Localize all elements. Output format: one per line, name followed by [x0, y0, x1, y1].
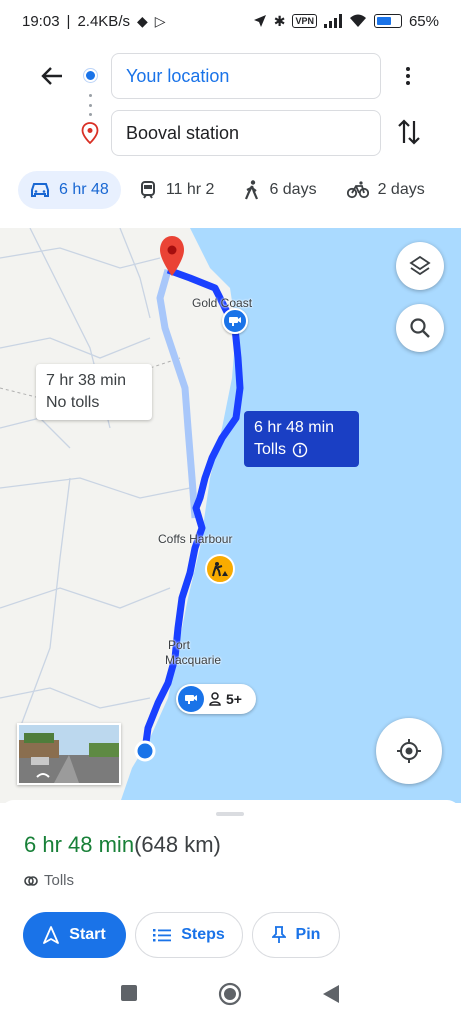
bluetooth-icon: ✱ — [273, 12, 286, 29]
play-icon: ▷ — [154, 12, 166, 29]
tab-drive-label: 6 hr 48 — [59, 181, 109, 198]
map-label-port: Port — [168, 638, 191, 652]
route-duration: 6 hr 48 min — [24, 832, 135, 857]
status-bar: 19:03 | 2.4KB/s ◆ ▷ ✱ VPN 65% — [22, 12, 439, 30]
network-speed: 2.4KB/s — [77, 12, 130, 30]
alt-route-callout[interactable]: 7 hr 38 min No tolls — [36, 364, 152, 420]
tab-transit-label: 11 hr 2 — [165, 181, 215, 198]
search-icon — [410, 318, 430, 338]
start-label: Start — [69, 926, 106, 943]
map-label-coffs-harbour: Coffs Harbour — [158, 532, 233, 546]
arrow-left-icon — [41, 67, 62, 85]
steps-button[interactable]: Steps — [135, 912, 243, 958]
tab-bike-label: 2 days — [377, 181, 425, 198]
person-icon — [209, 692, 221, 706]
tab-transit[interactable]: 11 hr 2 — [127, 171, 227, 209]
home-icon[interactable] — [218, 982, 242, 1006]
my-location-icon — [397, 739, 421, 763]
back-button[interactable] — [34, 60, 70, 92]
location-arrow-icon — [253, 15, 266, 27]
route-tolls-label: Tolls — [44, 872, 75, 889]
origin-dot-icon — [84, 69, 97, 82]
car-icon — [31, 183, 49, 197]
pin-button[interactable]: Pin — [252, 912, 340, 958]
speed-camera-icon[interactable] — [222, 308, 248, 334]
main-route-duration: 6 hr 48 min — [254, 419, 335, 436]
destination-field[interactable]: Booval station — [111, 110, 381, 156]
battery-percent: 65% — [408, 12, 439, 30]
route-tolls-row: Tolls — [24, 872, 74, 889]
vpn-badge: VPN — [292, 14, 317, 28]
layers-icon — [409, 255, 431, 276]
sheet-drag-handle[interactable] — [216, 812, 244, 816]
bike-icon — [346, 181, 369, 199]
speed-camera-icon — [178, 686, 204, 712]
more-options-button[interactable] — [396, 62, 420, 90]
walk-icon — [245, 180, 259, 200]
tab-walk[interactable]: 6 days — [232, 171, 328, 209]
search-button[interactable] — [396, 304, 444, 352]
route-eta: 6 hr 48 min(648 km) — [24, 832, 221, 858]
tab-walk-label: 6 days — [269, 181, 317, 198]
battery-icon — [373, 14, 402, 28]
road-works-icon[interactable] — [205, 554, 235, 584]
recents-icon[interactable] — [120, 984, 138, 1002]
navigation-icon — [43, 926, 60, 944]
travel-mode-tabs: 6 hr 48 11 hr 2 6 days 2 days — [18, 170, 461, 210]
back-nav-icon[interactable] — [322, 984, 340, 1004]
main-route-callout[interactable]: 6 hr 48 min Tolls — [244, 411, 359, 467]
origin-field[interactable]: Your location — [111, 53, 381, 99]
street-view-thumbnail[interactable] — [17, 723, 121, 785]
map-view[interactable]: Gold Coast Coffs Harbour Port Macquarie … — [0, 228, 461, 803]
layers-button[interactable] — [396, 242, 444, 290]
route-connector — [89, 94, 92, 116]
report-chip[interactable]: 5+ — [176, 684, 256, 714]
train-icon — [140, 181, 155, 199]
signal-icon — [323, 14, 342, 28]
start-button[interactable]: Start — [23, 912, 126, 958]
status-time: 19:03 — [22, 12, 60, 30]
info-icon — [292, 442, 308, 458]
notification-icon: ◆ — [136, 12, 148, 29]
route-distance: (648 km) — [134, 832, 221, 857]
recenter-button[interactable] — [376, 718, 442, 784]
tab-drive[interactable]: 6 hr 48 — [18, 171, 121, 209]
wifi-icon — [349, 14, 366, 27]
report-count: 5+ — [226, 691, 242, 707]
pin-label: Pin — [295, 926, 321, 943]
destination-pin-icon — [81, 122, 99, 144]
alt-route-tolls: No tolls — [46, 394, 100, 411]
map-label-gold-coast: Gold Coast — [192, 296, 253, 310]
tab-bike[interactable]: 2 days — [335, 171, 437, 209]
route-summary-sheet: 6 hr 48 min(648 km) Tolls Start Steps Pi… — [0, 800, 461, 970]
main-route-tolls: Tolls — [254, 441, 287, 458]
list-icon — [153, 929, 172, 942]
system-nav-bar — [0, 970, 461, 1024]
steps-label: Steps — [181, 926, 225, 943]
swap-icon[interactable] — [396, 117, 422, 147]
pushpin-icon — [271, 926, 286, 943]
alt-route-duration: 7 hr 38 min — [46, 372, 127, 389]
map-label-macquarie: Macquarie — [165, 653, 222, 667]
toll-icon — [24, 875, 38, 886]
